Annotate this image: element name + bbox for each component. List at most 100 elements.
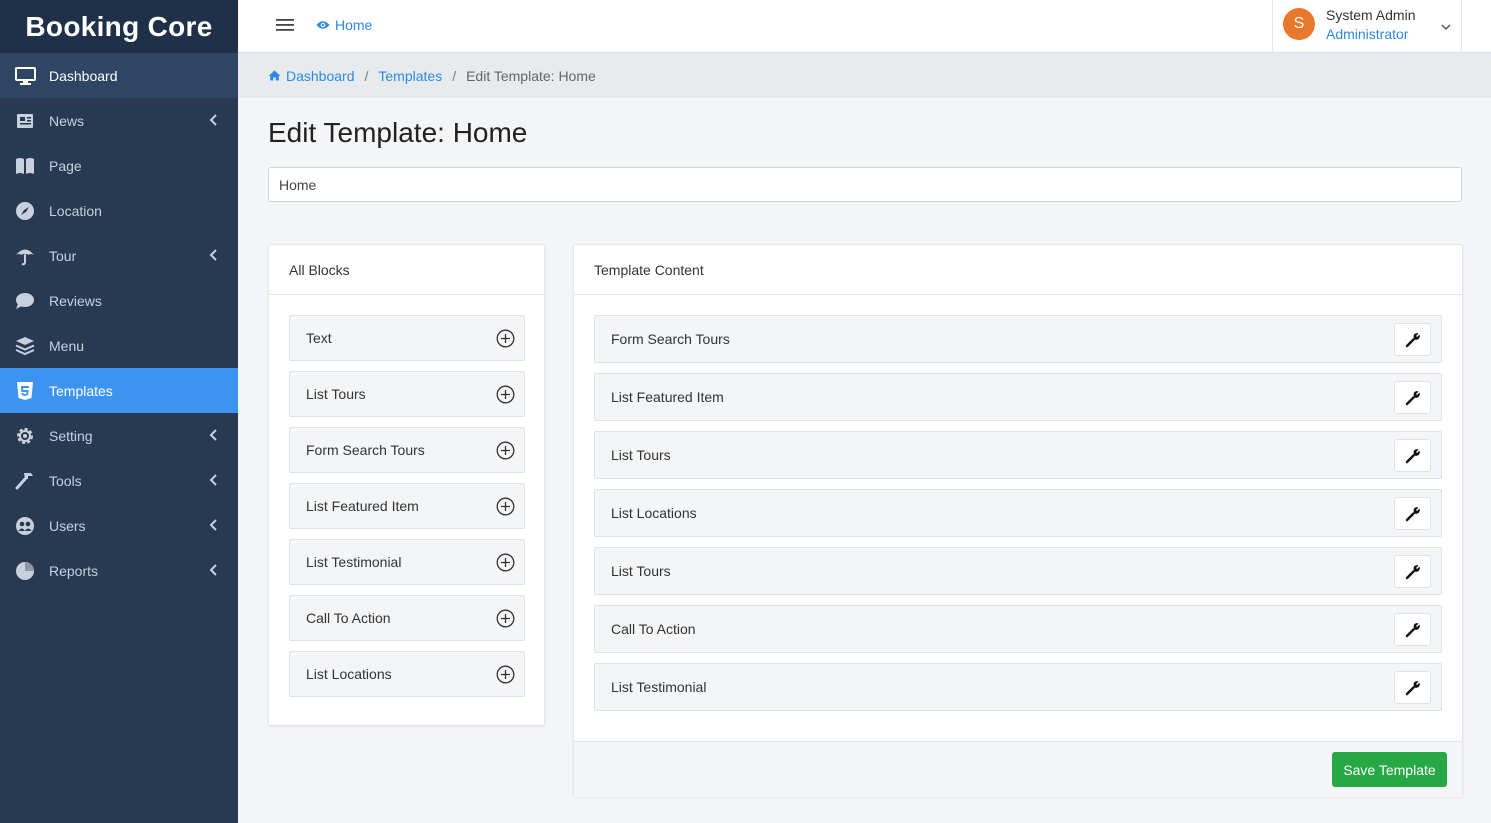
content-block-label: List Featured Item (611, 389, 724, 405)
chevron-left-icon (206, 518, 220, 532)
sidebar-item-reviews[interactable]: Reviews (0, 278, 238, 323)
all-blocks-title: All Blocks (269, 245, 544, 295)
content-block-item[interactable]: List Tours (594, 431, 1442, 479)
sidebar-item-reports[interactable]: Reports (0, 548, 238, 593)
content-block-label: Form Search Tours (611, 331, 730, 347)
eye-icon (316, 21, 330, 29)
hammer-icon (14, 470, 36, 492)
breadcrumb-separator: / (364, 67, 369, 84)
block-item-label: Form Search Tours (306, 442, 425, 458)
page-title: Edit Template: Home (268, 117, 528, 148)
content-block-item[interactable]: List Locations (594, 489, 1442, 537)
add-block-icon[interactable] (496, 441, 515, 460)
content-block-item[interactable]: Call To Action (594, 605, 1442, 653)
content-block-label: List Testimonial (611, 679, 707, 695)
home-link-label: Home (335, 17, 373, 33)
wrench-icon[interactable] (1394, 439, 1431, 472)
wrench-icon[interactable] (1394, 613, 1431, 646)
comment-icon (14, 290, 36, 312)
chevron-left-icon (206, 563, 220, 577)
user-menu[interactable]: S System Admin Administrator (1272, 0, 1462, 52)
template-content-footer: Save Template (574, 741, 1462, 797)
sidebar-item-label: Reviews (49, 292, 102, 309)
template-content-panel: Template Content Form Search Tours List … (573, 244, 1463, 797)
wrench-icon[interactable] (1394, 497, 1431, 530)
users-icon (14, 515, 36, 537)
sidebar-item-menu[interactable]: Menu (0, 323, 238, 368)
sidebar-item-label: Page (49, 157, 82, 174)
home-link[interactable]: Home (316, 17, 372, 33)
breadcrumb-separator: / (452, 67, 457, 84)
sidebar: Booking Core Dashboard News Page Locatio… (0, 0, 238, 823)
add-block-icon[interactable] (496, 385, 515, 404)
add-block-icon[interactable] (496, 609, 515, 628)
sidebar-item-label: Tour (49, 247, 77, 264)
content-block-item[interactable]: List Testimonial (594, 663, 1442, 711)
chevron-left-icon (206, 473, 220, 487)
breadcrumb: Dashboard / Templates / Edit Template: H… (238, 53, 1491, 98)
pie-chart-icon (14, 560, 36, 582)
hamburger-menu-icon[interactable] (276, 17, 295, 33)
chevron-left-icon (206, 113, 220, 127)
block-item[interactable]: Call To Action (289, 595, 525, 641)
top-header: Home S System Admin Administrator (238, 0, 1491, 53)
wrench-icon[interactable] (1394, 381, 1431, 414)
sidebar-item-templates[interactable]: Templates (0, 368, 238, 413)
avatar: S (1283, 8, 1315, 40)
brand-logo[interactable]: Booking Core (0, 0, 238, 53)
add-block-icon[interactable] (496, 497, 515, 516)
content-block-label: List Tours (611, 447, 671, 463)
block-item[interactable]: List Testimonial (289, 539, 525, 585)
content-block-label: List Tours (611, 563, 671, 579)
content-block-item[interactable]: List Tours (594, 547, 1442, 595)
add-block-icon[interactable] (496, 665, 515, 684)
layers-icon (14, 335, 36, 357)
sidebar-item-label: Reports (49, 562, 99, 579)
sidebar-item-label: Setting (49, 427, 93, 444)
chevron-down-icon (1441, 18, 1451, 36)
template-content-title: Template Content (574, 245, 1462, 295)
wrench-icon[interactable] (1394, 555, 1431, 588)
sidebar-item-location[interactable]: Location (0, 188, 238, 233)
content-block-label: Call To Action (611, 621, 696, 637)
gear-icon (14, 425, 36, 447)
breadcrumb-dashboard[interactable]: Dashboard (268, 68, 355, 84)
wrench-icon[interactable] (1394, 671, 1431, 704)
umbrella-icon (14, 245, 36, 267)
template-name-input[interactable] (268, 167, 1462, 202)
add-block-icon[interactable] (496, 329, 515, 348)
block-item[interactable]: Form Search Tours (289, 427, 525, 473)
book-icon (14, 155, 36, 177)
newspaper-icon (14, 110, 36, 132)
sidebar-item-dashboard[interactable]: Dashboard (0, 53, 238, 98)
content-block-item[interactable]: List Featured Item (594, 373, 1442, 421)
add-block-icon[interactable] (496, 553, 515, 572)
wrench-icon[interactable] (1394, 323, 1431, 356)
chevron-left-icon (206, 248, 220, 262)
sidebar-item-users[interactable]: Users (0, 503, 238, 548)
sidebar-item-setting[interactable]: Setting (0, 413, 238, 458)
sidebar-item-news[interactable]: News (0, 98, 238, 143)
content-block-item[interactable]: Form Search Tours (594, 315, 1442, 363)
sidebar-item-label: Templates (49, 382, 113, 399)
block-item[interactable]: List Featured Item (289, 483, 525, 529)
sidebar-item-tour[interactable]: Tour (0, 233, 238, 278)
block-item[interactable]: List Locations (289, 651, 525, 697)
block-item-label: List Tours (306, 386, 366, 402)
breadcrumb-templates[interactable]: Templates (378, 68, 442, 84)
user-name: System Admin (1326, 7, 1416, 23)
block-item[interactable]: List Tours (289, 371, 525, 417)
monitor-icon (14, 65, 36, 87)
chevron-left-icon (206, 428, 220, 442)
sidebar-item-label: Location (49, 202, 102, 219)
sidebar-item-tools[interactable]: Tools (0, 458, 238, 503)
sidebar-item-label: Tools (49, 472, 82, 489)
block-item-label: List Locations (306, 666, 392, 682)
block-item-label: Call To Action (306, 610, 391, 626)
save-template-button[interactable]: Save Template (1332, 752, 1447, 787)
sidebar-item-page[interactable]: Page (0, 143, 238, 188)
block-item-label: List Testimonial (306, 554, 402, 570)
breadcrumb-dashboard-label: Dashboard (286, 67, 355, 84)
compass-icon (14, 200, 36, 222)
block-item[interactable]: Text (289, 315, 525, 361)
